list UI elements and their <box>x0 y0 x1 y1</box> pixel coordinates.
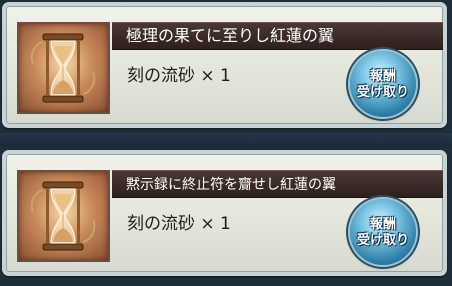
reward-title-bar: 黙示録に終止符を齎せし紅蓮の翼 <box>112 170 443 198</box>
reward-item-text: 刻の流砂 × 1 <box>127 214 231 234</box>
reward-item-text: 刻の流砂 × 1 <box>127 66 231 86</box>
claim-reward-button[interactable]: 報酬 受け取り <box>350 199 416 265</box>
reward-card: 極理の果てに至りし紅蓮の翼 刻の流砂 × 1 報酬 受け取り <box>2 2 447 128</box>
list-separator <box>0 133 452 147</box>
claim-reward-label-line2: 受け取り <box>356 85 409 100</box>
reward-title-bar: 極理の果てに至りし紅蓮の翼 <box>112 22 443 50</box>
reward-title: 黙示録に終止符を齎せし紅蓮の翼 <box>126 177 336 193</box>
reward-title: 極理の果てに至りし紅蓮の翼 <box>126 26 335 45</box>
claim-reward-button[interactable]: 報酬 受け取り <box>350 51 416 117</box>
hourglass-icon <box>17 22 110 114</box>
claim-reward-label-line2: 受け取り <box>356 233 409 248</box>
claim-reward-label-line1: 報酬 <box>369 69 396 84</box>
claim-reward-label-line1: 報酬 <box>369 217 396 232</box>
hourglass-icon <box>17 170 110 262</box>
reward-card: 黙示録に終止符を齎せし紅蓮の翼 刻の流砂 × 1 報酬 受け取り <box>2 150 447 276</box>
